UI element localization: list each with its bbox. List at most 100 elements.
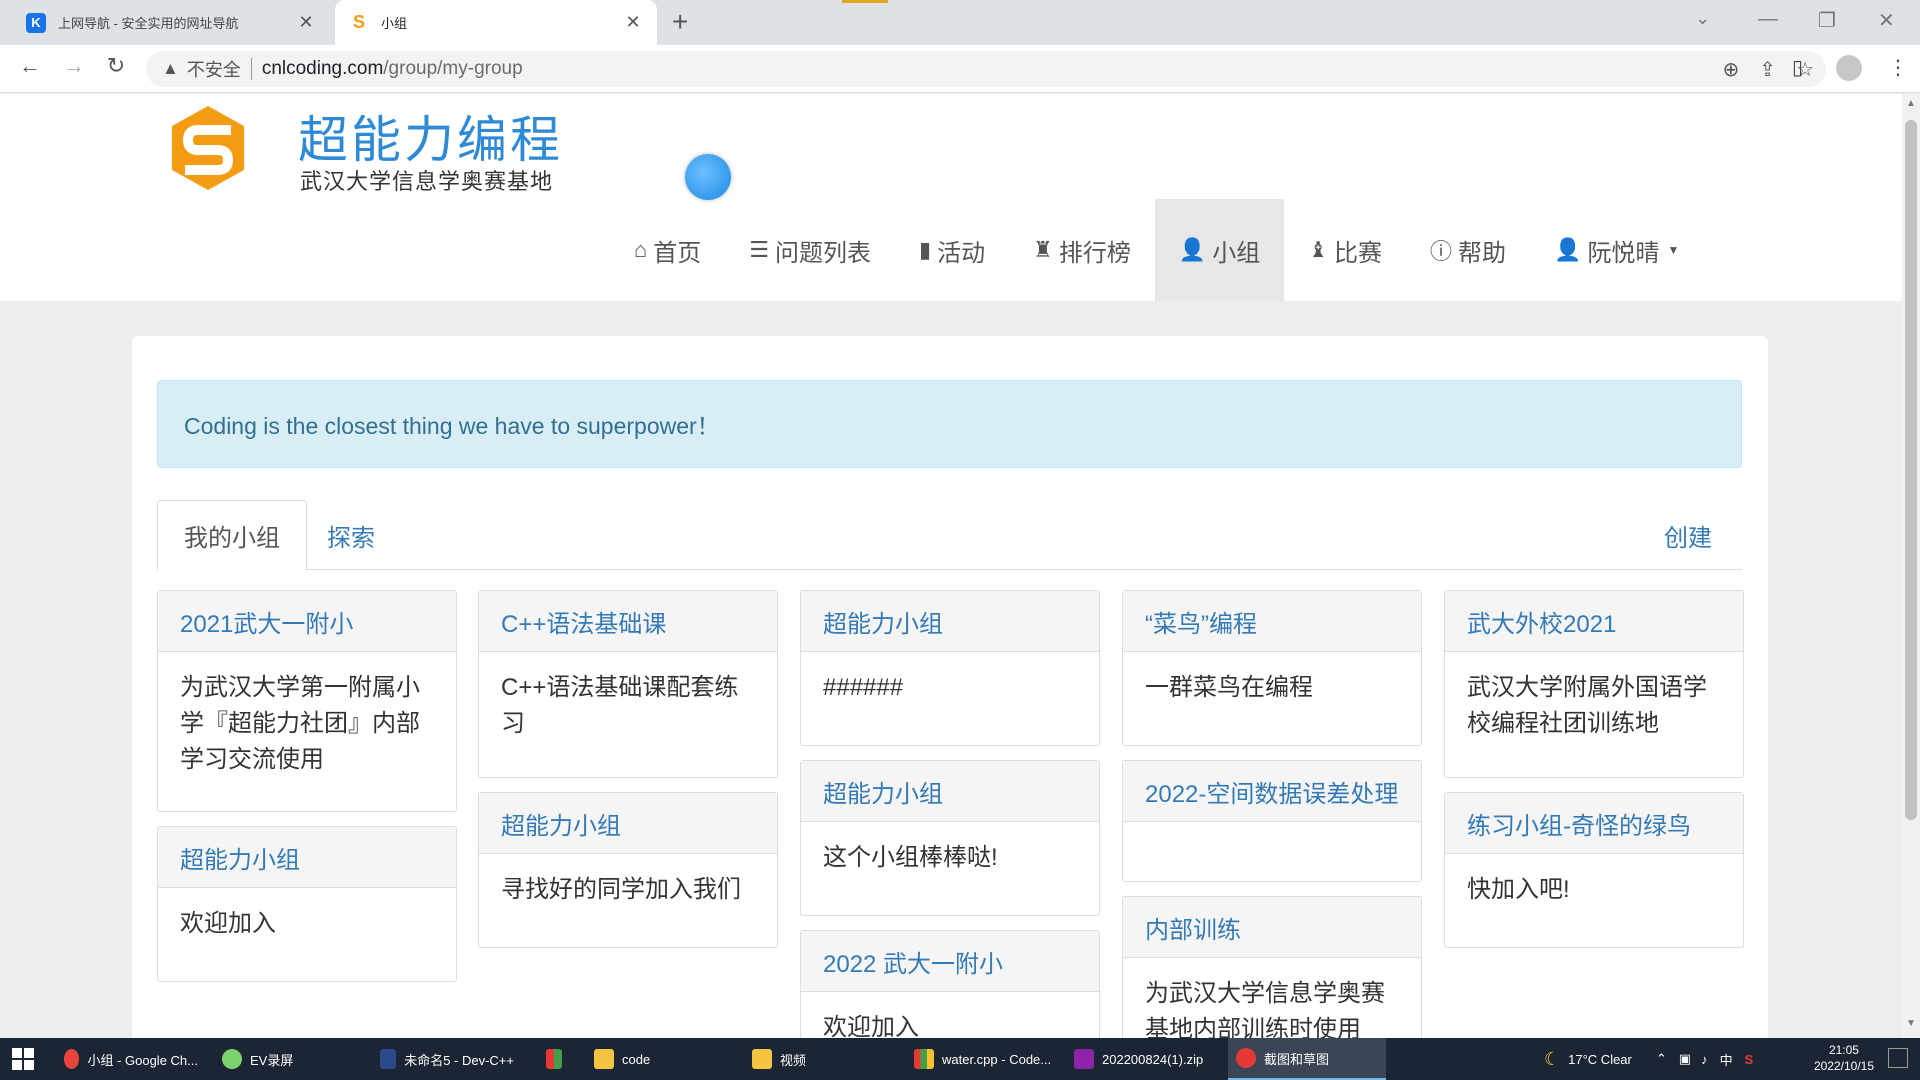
ime-indicator[interactable]: 中 bbox=[1720, 1050, 1733, 1069]
tab-my-groups[interactable]: 我的小组 bbox=[157, 500, 307, 571]
nav-user-menu[interactable]: 👤 阮悦晴 ▼ bbox=[1530, 199, 1703, 301]
group-description: 为武汉大学第一附属小学『超能力社团』内部学习交流使用 bbox=[180, 674, 420, 773]
folder-icon bbox=[752, 1049, 772, 1069]
motto-alert: Coding is the closest thing we have to s… bbox=[157, 380, 1742, 468]
group-card[interactable]: 超能力小组 欢迎加入 bbox=[157, 826, 457, 982]
url-host[interactable]: cnlcoding.com bbox=[262, 58, 383, 80]
group-name-link[interactable]: C++语法基础课 bbox=[479, 591, 777, 652]
taskbar-label: EV录屏 bbox=[250, 1052, 294, 1068]
group-name-link[interactable]: 2022-空间数据误差处理 bbox=[1123, 761, 1421, 822]
site-logo-icon[interactable] bbox=[170, 104, 246, 192]
security-label[interactable]: 不安全 bbox=[187, 56, 241, 82]
taskbar-item-devcpp[interactable]: 未命名5 - Dev-C++ bbox=[372, 1038, 522, 1080]
create-group-link[interactable]: 创建 bbox=[1664, 518, 1712, 553]
taskbar-item-codeblocks[interactable]: water.cpp - Code... bbox=[906, 1038, 1064, 1080]
taskbar-item-ev[interactable]: EV录屏 bbox=[214, 1038, 364, 1080]
nav-activity[interactable]: ▮ 活动 bbox=[895, 199, 1009, 301]
warning-icon[interactable]: ▲ bbox=[162, 59, 179, 79]
floating-assistant-icon[interactable] bbox=[685, 154, 731, 200]
taskbar-item-chrome[interactable]: 小组 - Google Ch... bbox=[56, 1038, 206, 1080]
list-icon: ☰ bbox=[749, 237, 770, 262]
taskbar-item-snip[interactable]: 截图和草图 bbox=[1228, 1038, 1386, 1080]
brand-title[interactable]: 超能力编程 bbox=[298, 100, 563, 172]
network-icon[interactable]: ▣ bbox=[1679, 1051, 1691, 1067]
nav-problems[interactable]: ☰ 问题列表 bbox=[725, 199, 895, 301]
group-card[interactable]: 内部训练 为武汉大学信息学奥赛基地内部训练时使用 bbox=[1122, 896, 1422, 1038]
page-scrollbar[interactable]: ▲ ▼ bbox=[1902, 94, 1920, 1038]
sogou-ime-icon[interactable]: S bbox=[1745, 1052, 1754, 1067]
more-menu-icon[interactable]: ⋮ bbox=[1888, 55, 1908, 80]
nav-home[interactable]: ⌂ 首页 bbox=[610, 199, 725, 301]
weather-text[interactable]: 17°C Clear bbox=[1568, 1052, 1632, 1067]
group-card[interactable]: 超能力小组 ###### bbox=[800, 590, 1100, 746]
scroll-down-icon[interactable]: ▼ bbox=[1905, 1018, 1917, 1029]
nav-help[interactable]: ⓘ 帮助 bbox=[1406, 199, 1530, 301]
taskbar-item-code-folder[interactable]: code bbox=[586, 1038, 736, 1080]
nav-groups[interactable]: 👤 小组 bbox=[1154, 199, 1285, 301]
moon-weather-icon: ☾ bbox=[1544, 1048, 1561, 1069]
windows-start-icon[interactable] bbox=[12, 1048, 34, 1070]
group-name-link[interactable]: 武大外校2021 bbox=[1445, 591, 1743, 652]
caret-down-icon: ▼ bbox=[1667, 243, 1680, 257]
group-description: ###### bbox=[823, 674, 904, 701]
minimize-icon[interactable]: — bbox=[1758, 8, 1778, 31]
brand-subtitle: 武汉大学信息学奥赛基地 bbox=[300, 169, 554, 194]
url-path[interactable]: /group/my-group bbox=[383, 58, 522, 80]
taskbar-item-app[interactable] bbox=[538, 1038, 578, 1080]
group-name-link[interactable]: 2022 武大一附小 bbox=[801, 931, 1099, 992]
share-icon[interactable]: ⇪ bbox=[1759, 57, 1776, 82]
clock-time: 21:05 bbox=[1828, 1043, 1859, 1057]
group-card[interactable]: 练习小组-奇怪的绿鸟 快加入吧! bbox=[1444, 792, 1744, 948]
scroll-up-icon[interactable]: ▲ bbox=[1905, 98, 1917, 109]
side-panel-icon[interactable]: ▯ bbox=[1792, 55, 1803, 80]
close-icon[interactable]: ✕ bbox=[623, 12, 643, 33]
group-name-link[interactable]: “菜鸟”编程 bbox=[1123, 591, 1421, 652]
notification-icon[interactable] bbox=[1888, 1048, 1908, 1068]
browser-tab-navigation[interactable]: K 上网导航 - 安全实用的网址导航 ✕ bbox=[12, 0, 330, 45]
group-card[interactable]: 2021武大一附小 为武汉大学第一附属小学『超能力社团』内部学习交流使用 bbox=[157, 590, 457, 812]
chevron-down-icon[interactable]: ⌄ bbox=[1695, 8, 1710, 29]
group-card[interactable]: 超能力小组 这个小组棒棒哒! bbox=[800, 760, 1100, 916]
browser-tab-group[interactable]: S 小组 ✕ bbox=[335, 0, 657, 45]
group-name-link[interactable]: 练习小组-奇怪的绿鸟 bbox=[1445, 793, 1743, 854]
forward-arrow-icon[interactable]: → bbox=[58, 53, 90, 79]
group-name-link[interactable]: 超能力小组 bbox=[801, 761, 1099, 822]
group-name-link[interactable]: 2021武大一附小 bbox=[158, 591, 456, 652]
close-icon[interactable]: ✕ bbox=[296, 12, 316, 33]
restore-icon[interactable]: ❐ bbox=[1818, 8, 1836, 33]
group-name-link[interactable]: 超能力小组 bbox=[801, 591, 1099, 652]
bar-chart-icon: ▮ bbox=[919, 237, 932, 262]
taskbar-item-zip[interactable]: 202200824(1).zip bbox=[1066, 1038, 1224, 1080]
nav-ranking[interactable]: ♜ 排行榜 bbox=[1009, 199, 1155, 301]
group-name-link[interactable]: 超能力小组 bbox=[479, 793, 777, 854]
window-close-icon[interactable]: ✕ bbox=[1878, 8, 1895, 33]
group-card[interactable]: 超能力小组 寻找好的同学加入我们 bbox=[478, 792, 778, 948]
group-card[interactable]: 武大外校2021 武汉大学附属外国语学校编程社团训练地 bbox=[1444, 590, 1744, 778]
tab-explore[interactable]: 探索 bbox=[301, 500, 401, 570]
tab-indicator bbox=[842, 0, 888, 3]
volume-icon[interactable]: ♪ bbox=[1701, 1052, 1708, 1067]
nav-contests[interactable]: ♝ 比赛 bbox=[1284, 199, 1406, 301]
taskbar-item-video-folder[interactable]: 视频 bbox=[744, 1038, 894, 1080]
devcpp-icon bbox=[380, 1049, 397, 1069]
tray-chevron-icon[interactable]: ⌃ bbox=[1656, 1051, 1667, 1067]
taskbar-label: 202200824(1).zip bbox=[1102, 1051, 1204, 1067]
group-card[interactable]: 2022-空间数据误差处理 bbox=[1122, 760, 1422, 882]
address-bar[interactable]: ▲ 不安全 cnlcoding.com/group/my-group ⊕ ⇪ ☆ bbox=[146, 51, 1826, 87]
scrollbar-thumb[interactable] bbox=[1905, 120, 1917, 820]
browser-tab-bar: K 上网导航 - 安全实用的网址导航 ✕ S 小组 ✕ + ⌄ — ❐ ✕ bbox=[0, 0, 1920, 45]
account-avatar-icon[interactable] bbox=[1836, 55, 1862, 81]
group-description: 为武汉大学信息学奥赛基地内部训练时使用 bbox=[1145, 980, 1385, 1038]
system-clock[interactable]: 21:05 2022/10/15 bbox=[1814, 1042, 1874, 1074]
nav-label: 首页 bbox=[653, 239, 702, 267]
back-arrow-icon[interactable]: ← bbox=[14, 53, 46, 79]
group-card[interactable]: “菜鸟”编程 一群菜鸟在编程 bbox=[1122, 590, 1422, 746]
group-card[interactable]: 2022 武大一附小 欢迎加入 bbox=[800, 930, 1100, 1038]
new-tab-button[interactable]: + bbox=[672, 8, 688, 36]
group-name-link[interactable]: 超能力小组 bbox=[158, 827, 456, 888]
reload-icon[interactable]: ↻ bbox=[100, 53, 132, 79]
zoom-icon[interactable]: ⊕ bbox=[1723, 57, 1740, 82]
group-name-link[interactable]: 内部训练 bbox=[1123, 897, 1421, 958]
main-panel: Coding is the closest thing we have to s… bbox=[132, 336, 1768, 1038]
group-card[interactable]: C++语法基础课 C++语法基础课配套练习 bbox=[478, 590, 778, 778]
